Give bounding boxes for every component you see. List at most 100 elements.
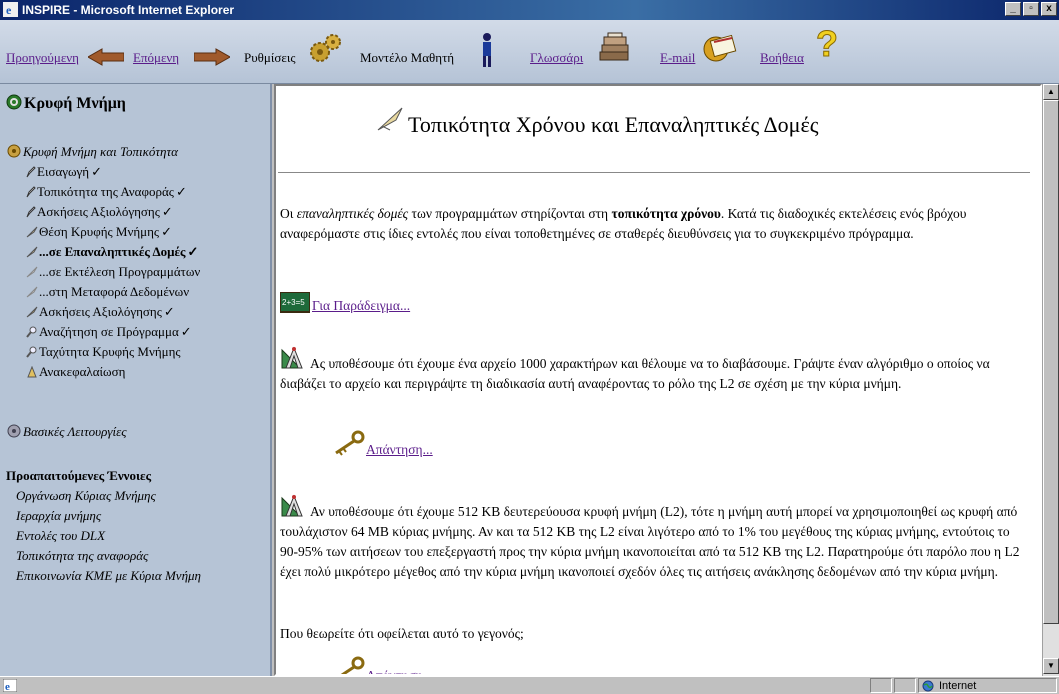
sidebar-item-label: Τοπικότητα της Αναφοράς <box>37 184 174 199</box>
status-cell <box>894 678 916 693</box>
check-icon: ✓ <box>175 184 187 199</box>
forward-arrow-icon[interactable] <box>194 46 230 68</box>
emphasis-text: επαναληπτικές δομές <box>296 206 409 221</box>
scroll-down-button[interactable]: ▼ <box>1043 658 1059 674</box>
page-title: Τοπικότητα Χρόνου και Επαναληπτικές Δομέ… <box>376 106 818 138</box>
sidebar-item-label: Αναζήτηση σε Πρόγραμμα <box>39 324 179 339</box>
blackboard-icon-text: 2+3=5 <box>282 298 305 307</box>
mail-icon[interactable] <box>700 34 738 64</box>
sidebar-item-cache-speed[interactable]: Ταχύτητα Κρυφής Μνήμης <box>26 344 183 360</box>
target-icon <box>6 94 22 110</box>
key-icon[interactable] <box>332 656 366 676</box>
sidebar-item-assessment-exercises-2[interactable]: Ασκήσεις Αξιολόγησης ✓ <box>26 304 175 320</box>
sidebar-navigation: Κρυφή Μνήμη Κρυφή Μνήμη και Τοπικότητα Ε… <box>0 84 272 676</box>
sidebar-group-label: Βασικές Λειτουργίες <box>23 424 127 439</box>
next-link[interactable]: Επόμενη <box>133 50 179 66</box>
quill-icon <box>26 306 38 318</box>
student-figure-icon[interactable] <box>480 32 494 68</box>
vertical-scrollbar[interactable]: ▲ ▼ <box>1042 84 1059 676</box>
globe-icon <box>922 680 934 692</box>
sidebar-item-repetitive-structures[interactable]: ...σε Επαναληπτικές Δομές ✓ <box>26 244 198 260</box>
scroll-up-button[interactable]: ▲ <box>1043 84 1059 100</box>
previous-link[interactable]: Προηγούμενη <box>6 50 79 66</box>
sidebar-item-locality-of-reference[interactable]: Τοπικότητα της Αναφοράς ✓ <box>26 184 187 200</box>
sidebar-item-label: Ασκήσεις Αξιολόγησης <box>39 304 162 319</box>
pencil-icon <box>26 166 36 178</box>
geometry-tools-icon <box>281 346 303 369</box>
prerequisite-link[interactable]: Εντολές του DLX <box>16 528 105 544</box>
check-icon: ✓ <box>163 304 175 319</box>
exercise-2-text: Αν υποθέσουμε ότι έχουμε 512 KB δευτερεύ… <box>280 504 1020 579</box>
sidebar-item-introduction[interactable]: Εισαγωγή ✓ <box>26 164 102 180</box>
prerequisite-link[interactable]: Τοπικότητα της αναφοράς <box>16 548 148 564</box>
answer-link-2[interactable]: Απάντηση... <box>366 668 433 674</box>
answer-row-1: Απάντηση... <box>332 430 433 458</box>
status-cell <box>870 678 892 693</box>
quill-icon <box>26 246 38 258</box>
question-mark-icon[interactable]: ? <box>814 24 839 62</box>
svg-text:?: ? <box>816 24 838 62</box>
answer-row-2: Απάντηση... <box>332 656 433 676</box>
main-content: Τοπικότητα Χρόνου και Επαναληπτικές Δομέ… <box>274 84 1042 676</box>
help-link[interactable]: Βοήθεια <box>760 50 804 66</box>
quill-icon <box>26 266 38 278</box>
sidebar-title: Κρυφή Μνήμη <box>6 94 126 113</box>
summary-icon <box>27 366 37 378</box>
sidebar-item-label: Εισαγωγή <box>37 164 90 179</box>
sidebar-item-cache-position[interactable]: Θέση Κρυφής Μνήμης ✓ <box>26 224 172 240</box>
internet-explorer-icon: e <box>3 2 18 17</box>
prerequisite-link[interactable]: Επικοινωνία ΚΜΕ με Κύρια Μνήμη <box>16 568 201 584</box>
sidebar-item-label: ...στη Μεταφορά Δεδομένων <box>39 284 190 299</box>
geometry-tools-icon <box>281 494 303 517</box>
sidebar-item-label: ...σε Εκτέλεση Προγραμμάτων <box>39 264 201 279</box>
magnifier-icon <box>26 326 37 338</box>
pencil-icon <box>26 206 36 218</box>
minimize-button[interactable]: _ <box>1005 2 1021 16</box>
back-arrow-icon[interactable] <box>88 46 124 68</box>
exercise-1: Ας υποθέσουμε ότι έχουμε ένα αρχείο 1000… <box>280 346 1030 394</box>
quill-icon <box>377 107 403 131</box>
prerequisites-title: Προαπαιτούμενες Έννοιες <box>6 468 152 483</box>
pencil-icon <box>26 186 36 198</box>
quill-icon <box>26 226 38 238</box>
books-icon[interactable] <box>598 32 632 66</box>
group-icon <box>7 144 21 158</box>
page-title-text: Τοπικότητα Χρόνου και Επαναληπτικές Δομέ… <box>408 112 819 137</box>
sidebar-group-basic-operations[interactable]: Βασικές Λειτουργίες <box>6 424 127 440</box>
sidebar-group-cache-locality[interactable]: Κρυφή Μνήμη και Τοπικότητα <box>6 144 178 160</box>
exercise-1-text: Ας υποθέσουμε ότι έχουμε ένα αρχείο 1000… <box>280 356 990 391</box>
sidebar-group-label: Κρυφή Μνήμη και Τοπικότητα <box>23 144 178 159</box>
answer-link[interactable]: Απάντηση... <box>366 442 433 457</box>
maximize-button[interactable]: ▫ <box>1023 2 1039 16</box>
divider <box>278 172 1030 173</box>
svg-text:e: e <box>6 3 12 17</box>
text: Οι <box>280 206 297 221</box>
close-button[interactable]: x <box>1041 2 1057 16</box>
scroll-thumb[interactable] <box>1043 100 1059 624</box>
quill-icon <box>26 286 38 298</box>
status-zone: Internet <box>918 678 1057 693</box>
sidebar-item-summary[interactable]: Ανακεφαλαίωση <box>26 364 127 380</box>
sidebar-item-program-search[interactable]: Αναζήτηση σε Πρόγραμμα ✓ <box>26 324 192 340</box>
example-link[interactable]: Για Παράδειγμα... <box>312 298 410 313</box>
prerequisite-link[interactable]: Οργάνωση Κύριας Μνήμης <box>16 488 156 504</box>
gears-icon[interactable] <box>308 32 342 66</box>
page-status-icon: e <box>3 679 17 692</box>
question-text: Που θεωρείτε ότι οφείλεται αυτό το γεγον… <box>280 626 524 641</box>
strong-text: τοπικότητα χρόνου <box>611 206 721 221</box>
settings-label[interactable]: Ρυθμίσεις <box>244 50 295 66</box>
sidebar-item-data-transfer[interactable]: ...στη Μεταφορά Δεδομένων <box>26 284 191 300</box>
navigation-toolbar: Προηγούμενη Επόμενη Ρυθμίσεις Μοντέλο Μα… <box>0 20 1059 84</box>
sidebar-item-assessment-exercises[interactable]: Ασκήσεις Αξιολόγησης ✓ <box>26 204 173 220</box>
status-zone-label: Internet <box>939 680 977 692</box>
email-link[interactable]: E-mail <box>660 50 695 66</box>
svg-text:e: e <box>5 681 10 692</box>
key-icon[interactable] <box>332 430 366 456</box>
sidebar-item-program-execution[interactable]: ...σε Εκτέλεση Προγραμμάτων <box>26 264 202 280</box>
student-model-label[interactable]: Μοντέλο Μαθητή <box>360 50 454 66</box>
group-icon <box>7 424 21 438</box>
glossary-link[interactable]: Γλωσσάρι <box>530 50 583 66</box>
prerequisite-link[interactable]: Ιεραρχία μνήμης <box>16 508 101 524</box>
blackboard-icon[interactable]: 2+3=5 <box>280 292 310 314</box>
check-icon: ✓ <box>91 164 103 179</box>
